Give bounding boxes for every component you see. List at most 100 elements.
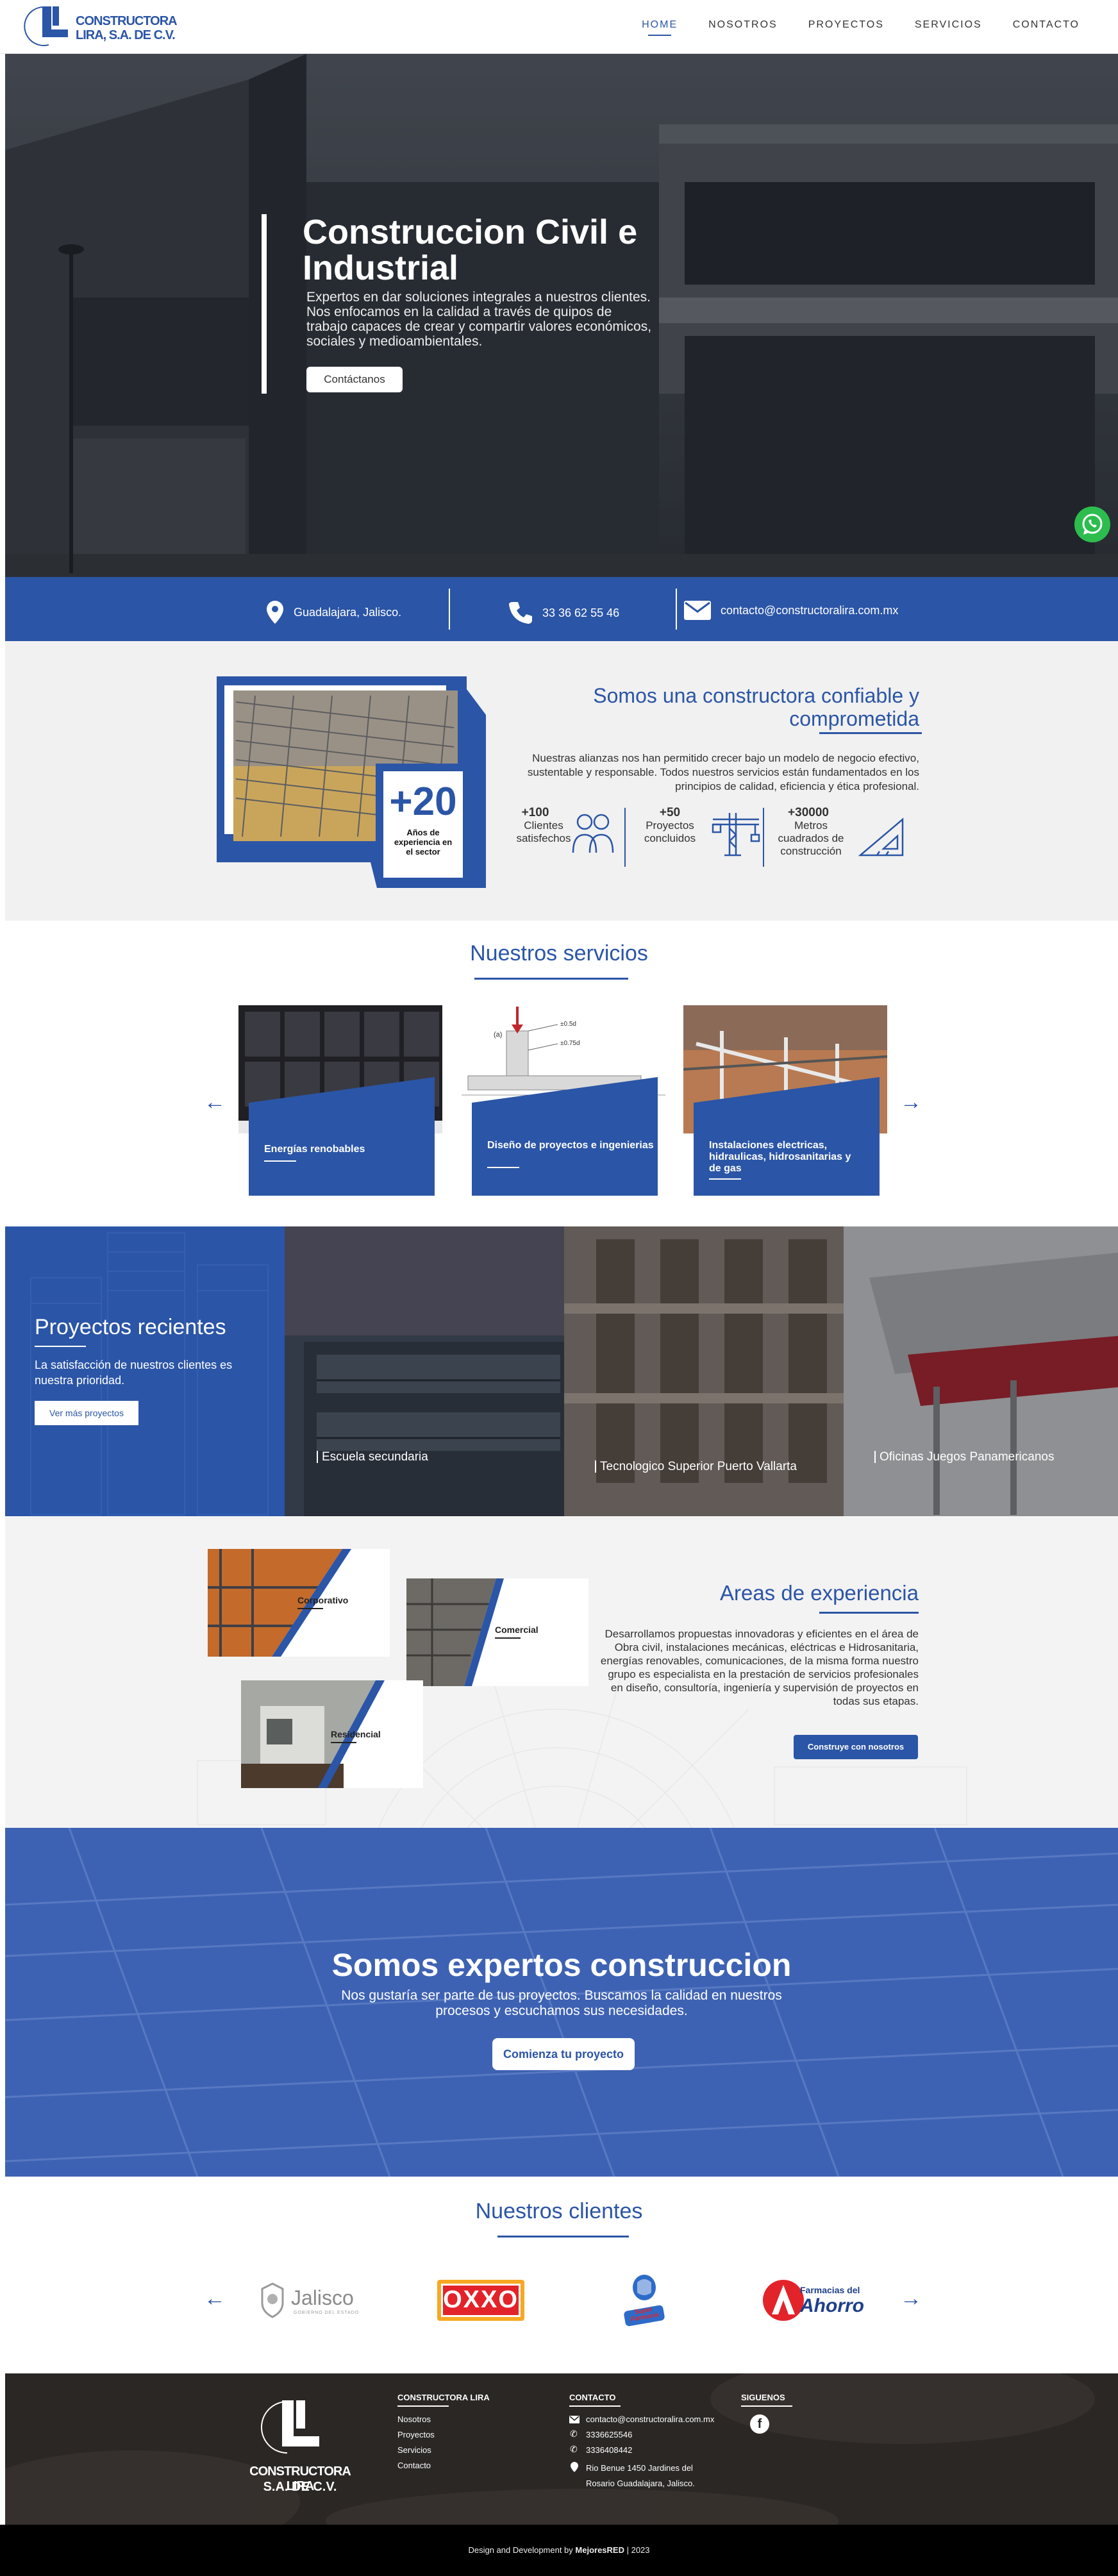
area-label-underline <box>331 1742 356 1743</box>
footer-col-social-title: SIGUENOS <box>741 2393 785 2402</box>
footer-link-proyectos[interactable]: Proyectos <box>397 2430 435 2439</box>
service-card-energias[interactable]: Energías renobables <box>238 1005 442 1198</box>
contact-phone[interactable]: 33 36 62 55 46 <box>508 600 619 626</box>
clients-next-arrow[interactable]: → <box>900 2286 922 2311</box>
area-label: Corporativo <box>297 1595 349 1605</box>
projects-text: La satisfacción de nuestros clientes es … <box>35 1359 233 1387</box>
site-footer: CONSTRUCTORA LIRA S.A. DE C.V. CONSTRUCT… <box>5 2373 1118 2525</box>
clients-prev-arrow[interactable]: ← <box>204 2286 226 2311</box>
service-card-panel <box>249 1077 435 1196</box>
footer-phone-2[interactable]: 3336408442 <box>586 2445 632 2455</box>
contact-email[interactable]: contacto@constructoralira.com.mx <box>683 600 898 621</box>
area-card-corporativo[interactable]: Corporativo <box>208 1549 390 1657</box>
footer-background-image <box>5 2373 1118 2525</box>
phone-text: 33 36 62 55 46 <box>542 606 620 619</box>
about-title-underline <box>819 732 922 734</box>
service-label: Energías renobables <box>264 1144 365 1155</box>
service-label-underline <box>264 1160 296 1162</box>
diagram-label-d1: ±0.5d <box>560 1021 576 1028</box>
phone-icon <box>509 602 532 624</box>
email-text: contacto@constructoralira.com.mx <box>721 603 899 617</box>
nav-proyectos[interactable]: PROYECTOS <box>808 19 884 31</box>
envelope-icon <box>569 2416 580 2423</box>
area-label-underline <box>297 1608 323 1609</box>
contact-bar: Guadalajara, Jalisco. 33 36 62 55 46 con… <box>5 577 1118 641</box>
stat-clients: +100 Clientes satisfechos <box>495 807 576 845</box>
projects-title-underline <box>35 1346 86 1347</box>
arrow-left-icon: ← <box>204 2286 226 2311</box>
developer-link[interactable]: MejoresRED <box>575 2545 624 2555</box>
start-project-button[interactable]: Comienza tu proyecto <box>492 2038 635 2070</box>
area-label: Comercial <box>495 1625 538 1635</box>
about-image-block: +20 Años de experiencia en el sector <box>210 676 486 888</box>
services-prev-arrow[interactable]: ← <box>204 1090 226 1115</box>
main-nav: HOME NOSOTROS PROYECTOS SERVICIOS CONTAC… <box>642 19 1080 36</box>
hero-section: Construccion Civil e Industrial Expertos… <box>5 54 1118 577</box>
contact-location: Guadalajara, Jalisco. <box>265 600 401 624</box>
arrow-left-icon: ← <box>204 1090 226 1114</box>
copyright-bar: Design and Development by MejoresRED | 2… <box>0 2525 1118 2576</box>
services-next-arrow[interactable]: → <box>900 1090 922 1115</box>
service-card-panel <box>472 1077 658 1196</box>
stat-value: +50 <box>659 806 681 819</box>
stat-label: Metros cuadrados de construcción <box>778 819 844 857</box>
footer-address: Rio Benue 1450 Jardines del Rosario Guad… <box>586 2463 695 2488</box>
about-title: Somos una constructora confiable y compr… <box>593 684 919 730</box>
diagram-label-d2: ±0.75d <box>560 1040 580 1047</box>
about-text: Nuestras alianzas nos han permitido crec… <box>527 752 919 792</box>
arrow-right-icon: → <box>900 2286 922 2311</box>
nav-contacto[interactable]: CONTACTO <box>1013 19 1080 31</box>
facebook-icon[interactable]: f <box>750 2414 769 2434</box>
stat-meters: +30000 Metros cuadrados de construcción <box>767 807 850 858</box>
build-with-us-button[interactable]: Construye con nosotros <box>794 1735 918 1759</box>
area-card-residencial[interactable]: Residencial <box>241 1680 423 1788</box>
location-pin-icon <box>267 601 283 624</box>
footer-email[interactable]: contacto@constructoralira.com.mx <box>586 2414 714 2424</box>
hero-text-block: Construccion Civil e Industrial Expertos… <box>262 214 659 451</box>
stat-divider <box>763 808 764 867</box>
footer-phone-1[interactable]: 3336625546 <box>586 2430 632 2439</box>
nav-home[interactable]: HOME <box>642 19 678 36</box>
projects-section: Proyectos recientes La satisfacción de n… <box>5 1226 1118 1516</box>
contact-us-button[interactable]: Contáctanos <box>306 367 403 392</box>
client-name-top: Farmacias del <box>800 2285 860 2295</box>
stat-label: Clientes satisfechos <box>516 819 571 844</box>
company-logo[interactable]: CONSTRUCTORA LIRA, S.A. DE C.V. <box>23 4 183 49</box>
nav-servicios[interactable]: SERVICIOS <box>915 19 982 31</box>
footer-link-contacto[interactable]: Contacto <box>397 2461 431 2470</box>
phone-icon: ✆ <box>570 2429 578 2439</box>
copyright-prefix: Design and Development by <box>468 2545 576 2555</box>
phone-icon: ✆ <box>570 2444 578 2454</box>
client-name: OXXO <box>443 2286 519 2313</box>
experience-label: Años de experiencia en el sector <box>394 828 453 857</box>
page: CONSTRUCTORA LIRA, S.A. DE C.V. HOME NOS… <box>0 0 1118 2576</box>
footer-title-underline <box>569 2405 621 2407</box>
users-icon <box>572 814 614 853</box>
service-card-diseno[interactable]: (a) ±0.5d ±0.75d Diseño de proyectos e i… <box>462 1005 665 1198</box>
footer-link-nosotros[interactable]: Nosotros <box>397 2414 431 2424</box>
footer-col-company-title: CONSTRUCTORA LIRA <box>397 2393 490 2402</box>
hero-title: Construccion Civil e Industrial <box>303 213 638 287</box>
logo-text-line2: LIRA, S.A. DE C.V. <box>76 28 176 42</box>
clients-title-underline <box>497 2236 629 2237</box>
whatsapp-button[interactable] <box>1074 506 1110 542</box>
service-card-instalaciones[interactable]: Instalaciones electricas, hidraulicas, h… <box>683 1005 887 1198</box>
areas-section: Corporativo Comercial Residencial Areas … <box>5 1517 1118 1828</box>
nav-nosotros[interactable]: NOSOTROS <box>708 19 778 31</box>
see-more-projects-button[interactable]: Ver más proyectos <box>35 1401 138 1425</box>
project-card-escuela[interactable]: Escuela secundaria <box>285 1226 564 1516</box>
area-card-comercial[interactable]: Comercial <box>406 1578 588 1686</box>
footer-link-servicios[interactable]: Servicios <box>397 2445 431 2455</box>
set-square-icon <box>858 817 904 857</box>
footer-logo[interactable]: CONSTRUCTORA LIRA S.A. DE C.V. <box>242 2399 358 2502</box>
footer-col-contact-title: CONTACTO <box>569 2393 616 2402</box>
logo-text-line1: CONSTRUCTORA <box>76 14 178 28</box>
site-header: CONSTRUCTORA LIRA, S.A. DE C.V. HOME NOS… <box>0 0 1118 54</box>
project-card-tecnologico[interactable]: Tecnologico Superior Puerto Vallarta <box>564 1226 844 1516</box>
project-caption: Escuela secundaria <box>317 1451 428 1463</box>
crane-icon <box>712 813 760 857</box>
stat-divider <box>624 808 626 867</box>
project-card-oficinas[interactable]: Oficinas Juegos Panamericanos <box>844 1226 1118 1516</box>
areas-text: Desarrollamos propuestas innovadoras y e… <box>600 1628 919 1707</box>
footer-title-underline <box>397 2405 449 2407</box>
